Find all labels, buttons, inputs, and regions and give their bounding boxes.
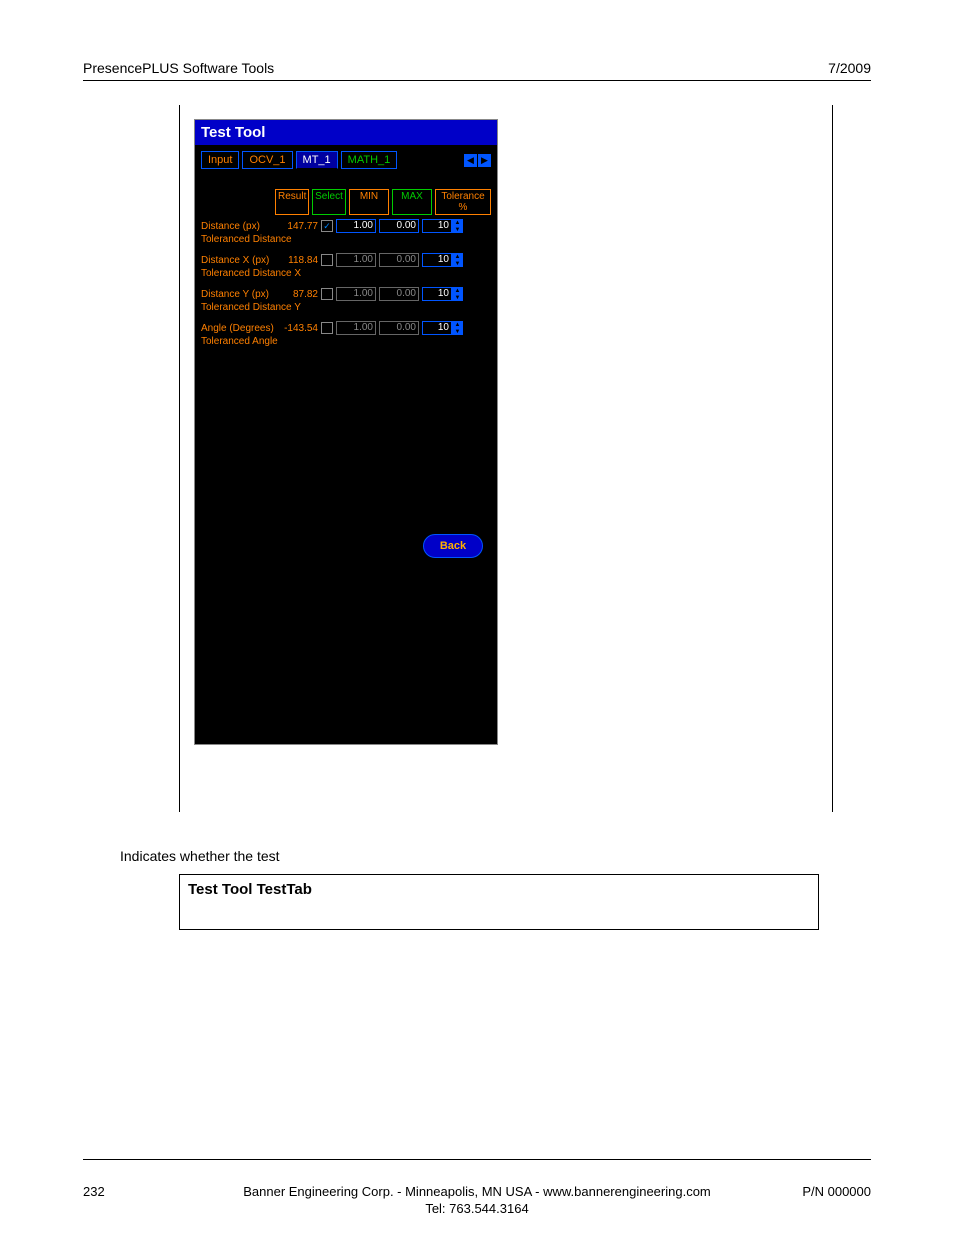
panel-body: Input OCV_1 MT_1 MATH_1 ◀ ▶ Result Selec… xyxy=(195,145,497,361)
subsection-box: Test Tool TestTab xyxy=(179,874,819,930)
col-max: MAX xyxy=(392,189,432,215)
col-result: Result xyxy=(275,189,309,215)
tab-scroll: ◀ ▶ xyxy=(464,154,491,167)
spin-down-icon[interactable]: ▼ xyxy=(452,328,463,335)
col-tolerance: Tolerance % xyxy=(435,189,491,215)
row-checkbox[interactable] xyxy=(321,322,333,334)
test-tool-panel: Test Tool Input OCV_1 MT_1 MATH_1 ◀ ▶ Re… xyxy=(194,119,498,745)
spin-up-icon[interactable]: ▲ xyxy=(452,287,463,294)
row-sublabel: Toleranced Angle xyxy=(201,336,491,347)
header-title: PresencePLUS Software Tools xyxy=(83,60,274,76)
row-result: 118.84 xyxy=(282,255,318,266)
tab-scroll-left-icon[interactable]: ◀ xyxy=(464,154,477,167)
tolerance-input[interactable]: 10 xyxy=(422,321,452,335)
spin-up-icon[interactable]: ▲ xyxy=(452,219,463,226)
row-checkbox[interactable] xyxy=(321,254,333,266)
footer-part-number: P/N 000000 xyxy=(802,1184,871,1199)
row-label: Distance Y (px) xyxy=(201,289,279,300)
tab-math-1[interactable]: MATH_1 xyxy=(341,151,398,169)
min-input[interactable]: 1.00 xyxy=(336,253,376,267)
max-input[interactable]: 0.00 xyxy=(379,219,419,233)
footer-company: Banner Engineering Corp. - Minneapolis, … xyxy=(243,1184,711,1199)
row-label: Distance X (px) xyxy=(201,255,279,266)
table-row: Angle (Degrees) -143.54 1.00 0.00 10 ▲ ▼ xyxy=(201,321,491,335)
tolerance-input[interactable]: 10 xyxy=(422,253,452,267)
tolerance-input[interactable]: 10 xyxy=(422,219,452,233)
row-checkbox[interactable]: ✓ xyxy=(321,220,333,232)
tab-ocv-1[interactable]: OCV_1 xyxy=(242,151,292,169)
col-select: Select xyxy=(312,189,346,215)
min-input[interactable]: 1.00 xyxy=(336,321,376,335)
tab-row: Input OCV_1 MT_1 MATH_1 ◀ ▶ xyxy=(201,151,491,169)
table-row: Distance X (px) 118.84 1.00 0.00 10 ▲ ▼ xyxy=(201,253,491,267)
row-result: -143.54 xyxy=(282,323,318,334)
column-headers: Result Select MIN MAX Tolerance % xyxy=(201,189,491,215)
caption-text: Indicates whether the test xyxy=(120,848,280,864)
panel-title: Test Tool xyxy=(195,120,497,145)
row-sublabel: Toleranced Distance xyxy=(201,234,491,245)
col-min: MIN xyxy=(349,189,389,215)
header-date: 7/2009 xyxy=(828,60,871,76)
spin-up-icon[interactable]: ▲ xyxy=(452,253,463,260)
row-label: Distance (px) xyxy=(201,221,279,232)
row-checkbox[interactable] xyxy=(321,288,333,300)
subsection-title: Test Tool TestTab xyxy=(180,875,818,904)
row-sublabel: Toleranced Distance X xyxy=(201,268,491,279)
max-input[interactable]: 0.00 xyxy=(379,287,419,301)
min-input[interactable]: 1.00 xyxy=(336,219,376,233)
footer-tel: Tel: 763.544.3164 xyxy=(425,1201,528,1216)
table-row: Distance (px) 147.77 ✓ 1.00 0.00 10 ▲ ▼ xyxy=(201,219,491,233)
table-row: Distance Y (px) 87.82 1.00 0.00 10 ▲ ▼ xyxy=(201,287,491,301)
page-header: PresencePLUS Software Tools 7/2009 xyxy=(83,60,871,81)
figure-frame: Test Tool Input OCV_1 MT_1 MATH_1 ◀ ▶ Re… xyxy=(179,105,833,812)
tab-input[interactable]: Input xyxy=(201,151,239,169)
row-label: Angle (Degrees) xyxy=(201,323,279,334)
back-button[interactable]: Back xyxy=(423,534,483,558)
footer-rule xyxy=(83,1159,871,1160)
max-input[interactable]: 0.00 xyxy=(379,321,419,335)
min-input[interactable]: 1.00 xyxy=(336,287,376,301)
spin-up-icon[interactable]: ▲ xyxy=(452,321,463,328)
max-input[interactable]: 0.00 xyxy=(379,253,419,267)
spin-down-icon[interactable]: ▼ xyxy=(452,226,463,233)
tab-mt-1[interactable]: MT_1 xyxy=(296,151,338,169)
tolerance-input[interactable]: 10 xyxy=(422,287,452,301)
spin-down-icon[interactable]: ▼ xyxy=(452,260,463,267)
row-result: 87.82 xyxy=(282,289,318,300)
tab-scroll-right-icon[interactable]: ▶ xyxy=(478,154,491,167)
spin-down-icon[interactable]: ▼ xyxy=(452,294,463,301)
row-result: 147.77 xyxy=(282,221,318,232)
row-sublabel: Toleranced Distance Y xyxy=(201,302,491,313)
